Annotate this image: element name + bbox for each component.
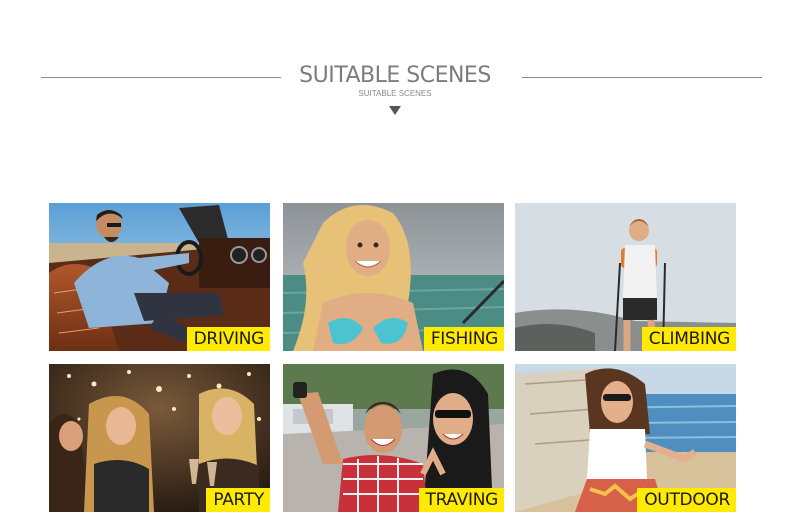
scene-tile-outdoor: OUTDOOR [515, 364, 736, 512]
scene-tile-driving: DRIVING [49, 203, 270, 351]
scene-label-climbing: CLIMBING [641, 327, 736, 351]
scene-label-outdoor: OUTDOOR [637, 488, 736, 512]
scene-tile-fishing: FISHING [283, 203, 504, 351]
down-arrow-icon [389, 106, 401, 115]
scene-label-traving: TRAVING [418, 488, 504, 512]
scene-label-fishing: FISHING [423, 327, 504, 351]
section-subtitle: SUITABLE SCENES [358, 89, 432, 98]
scene-tile-party: PARTY [49, 364, 270, 512]
scene-label-driving: DRIVING [186, 327, 270, 351]
scene-tile-traving: TRAVING [283, 364, 504, 512]
scene-tile-climbing: CLIMBING [515, 203, 736, 351]
section-title: SUITABLE SCENES [299, 63, 491, 88]
scene-label-party: PARTY [206, 488, 270, 512]
